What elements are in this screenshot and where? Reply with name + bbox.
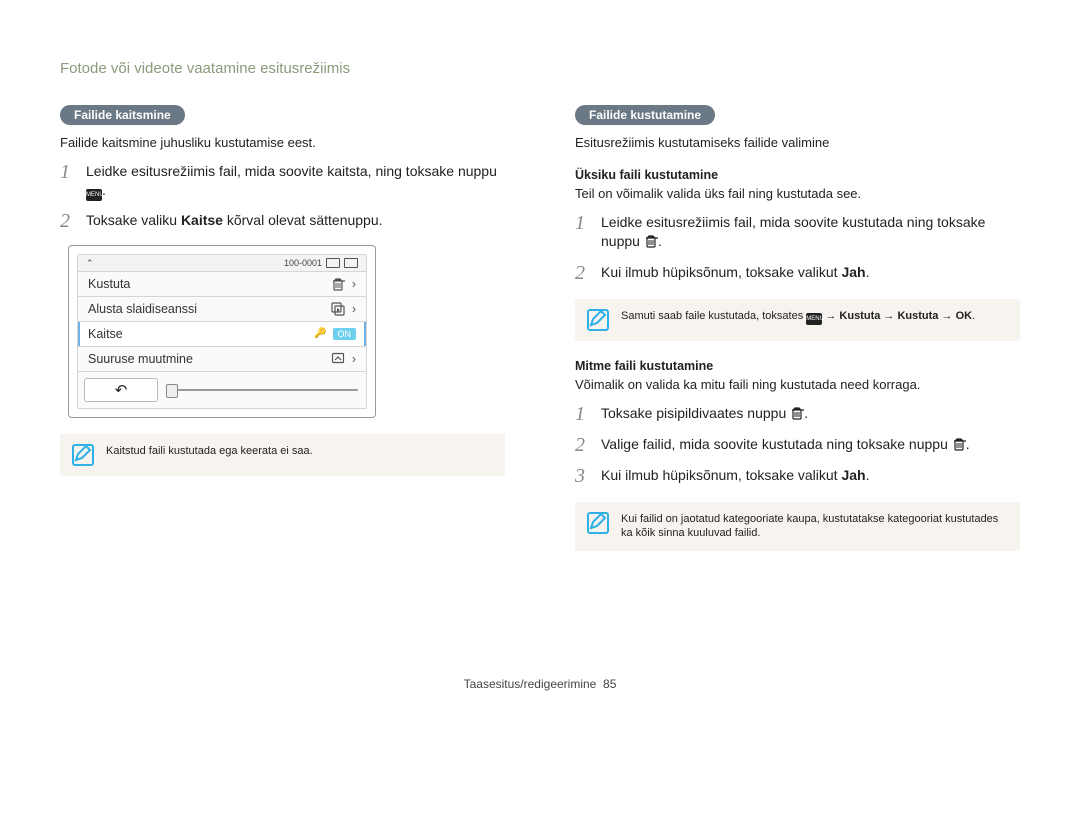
trash-icon [330,277,346,291]
menu-icon: MENU [806,313,822,325]
step-number: 2 [575,263,589,283]
page-title: Fotode või videote vaatamine esitusrežii… [60,60,1020,77]
step-text: Toksake valiku Kaitse kõrval olevat sätt… [86,211,383,231]
pill-protect: Failide kaitsmine [60,105,185,125]
single-step-1: 1 Leidke esitusrežiimis fail, mida soovi… [575,213,1020,253]
note-icon [587,309,609,331]
right-column: Failide kustutamine Esitusrežiimis kustu… [575,105,1020,567]
delete-intro: Esitusrežiimis kustutamiseks failide val… [575,135,1020,150]
note-also-delete: Samuti saab faile kustutada, toksates ME… [575,299,1020,341]
slideshow-icon [330,302,346,316]
back-button: ↶ [84,378,158,402]
slider [164,372,366,408]
multi-step-2: 2 Valige failid, mida soovite kustutada … [575,435,1020,456]
note-category-delete: Kui failid on jaotatud kategooriate kaup… [575,502,1020,552]
note-protect: Kaitstud faili kustutada ega keerata ei … [60,434,505,476]
step-number: 1 [575,213,589,253]
multi-delete-head: Mitme faili kustutamine [575,359,1020,373]
step-number: 2 [575,435,589,456]
single-delete-intro: Teil on võimalik valida üks fail ning ku… [575,186,1020,201]
single-delete-head: Üksiku faili kustutamine [575,168,1020,182]
row-label: Alusta slaidiseanssi [88,302,197,316]
step-number: 1 [60,162,74,201]
scroll-up-caret: ⌃ [86,258,94,269]
left-column: Failide kaitsmine Failide kaitsmine juhu… [60,105,505,567]
menu-row-delete: Kustuta › [78,271,366,296]
multi-step-1: 1 Toksake pisipildivaates nuppu . [575,404,1020,425]
step-text: Toksake pisipildivaates nuppu . [601,404,808,425]
protect-intro: Failide kaitsmine juhusliku kustutamise … [60,135,505,150]
card-icon [326,258,340,268]
multi-delete-intro: Võimalik on valida ka mitu faili ning ku… [575,377,1020,392]
menu-row-slideshow: Alusta slaidiseanssi › [78,296,366,321]
pill-delete: Failide kustutamine [575,105,715,125]
step-number: 1 [575,404,589,425]
menu-row-resize: Suuruse muutmine › [78,346,366,371]
step-text: Leidke esitusrežiimis fail, mida soovite… [86,162,505,201]
resize-icon [330,352,346,366]
menu-icon: MENU [86,189,102,201]
note-text: Kui failid on jaotatud kategooriate kaup… [621,512,1008,542]
note-text: Samuti saab faile kustutada, toksates ME… [621,309,1008,325]
battery-icon [344,258,358,268]
step-text: Kui ilmub hüpiksõnum, toksake valikut Ja… [601,466,869,486]
menu-row-protect: Kaitse 🔑 ON [78,321,366,346]
row-label: Suuruse muutmine [88,352,193,366]
page-footer: Taasesitus/redigeerimine 85 [60,677,1020,691]
footer-label: Taasesitus/redigeerimine [464,677,597,691]
trash-icon [644,234,658,253]
step-number: 2 [60,211,74,231]
step-number: 3 [575,466,589,486]
counter-text: 100-0001 [284,258,322,268]
step-text: Valige failid, mida soovite kustutada ni… [601,435,970,456]
on-toggle: ON [333,328,357,340]
screenshot-titlebar: ⌃ 100-0001 [78,255,366,271]
note-text: Kaitstud faili kustutada ega keerata ei … [106,444,493,459]
trash-icon [952,437,966,456]
step-text: Kui ilmub hüpiksõnum, toksake valikut Ja… [601,263,869,283]
note-icon [587,512,609,534]
single-step-2: 2 Kui ilmub hüpiksõnum, toksake valikut … [575,263,1020,283]
step-text: Leidke esitusrežiimis fail, mida soovite… [601,213,1020,253]
camera-menu-screenshot: ⌃ 100-0001 Kustuta › [68,245,376,418]
protect-step-1: 1 Leidke esitusrežiimis fail, mida soovi… [60,162,505,201]
footer-page: 85 [603,677,616,691]
trash-icon [790,406,804,425]
key-icon: 🔑 [314,328,326,339]
note-icon [72,444,94,466]
row-label: Kaitse [88,327,123,341]
multi-step-3: 3 Kui ilmub hüpiksõnum, toksake valikut … [575,466,1020,486]
protect-step-2: 2 Toksake valiku Kaitse kõrval olevat sä… [60,211,505,231]
row-label: Kustuta [88,277,130,291]
